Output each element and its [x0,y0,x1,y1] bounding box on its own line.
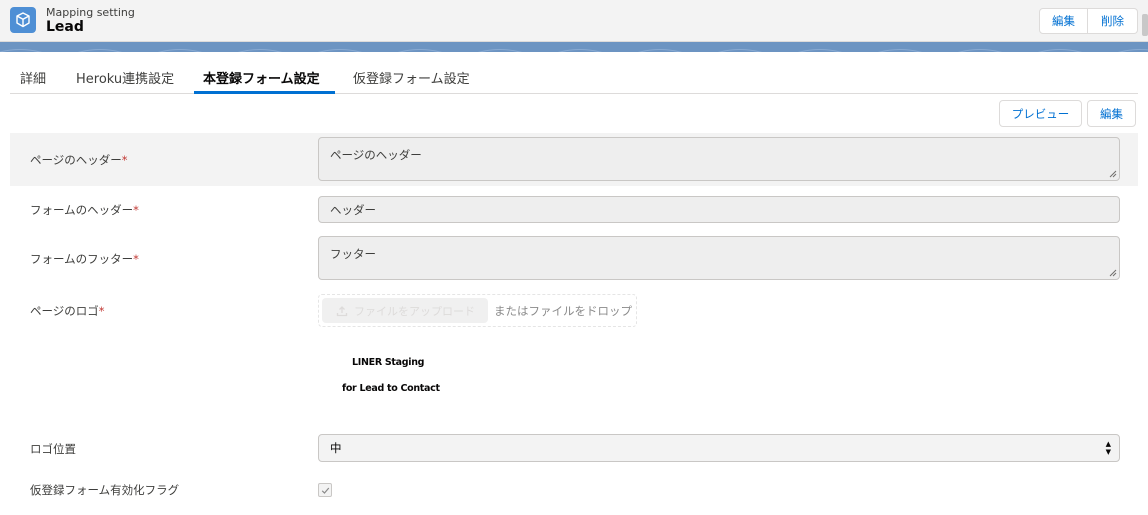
header-button-group: 編集 削除 [1039,8,1138,34]
scrollbar-thumb[interactable] [1142,14,1148,36]
record-title: Lead [46,19,84,35]
logo-position-label: ロゴ位置 [30,442,76,456]
logo-preview-line2: for Lead to Contact [342,383,440,394]
logo-preview-line1: LINER Staging [352,357,425,368]
active-tab-indicator [194,91,335,94]
page-header-textarea[interactable]: ページのヘッダー [318,137,1120,181]
resize-handle-icon[interactable] [1109,269,1117,277]
checkmark-icon [321,487,329,494]
provisional-flag-checkbox[interactable] [318,483,332,497]
object-subtitle: Mapping setting [46,6,135,19]
form-footer-textarea[interactable]: フッター [318,236,1120,280]
tab-details[interactable]: 詳細 [20,68,46,87]
tab-main-registration-form[interactable]: 本登録フォーム設定 [203,68,320,87]
tab-heroku-settings[interactable]: Heroku連携設定 [76,68,174,87]
form-header-input[interactable]: ヘッダー [318,196,1120,223]
form-header-label: フォームのヘッダー* [30,203,139,217]
page-logo-label: ページのロゴ* [30,304,105,318]
page-header-label: ページのヘッダー* [30,153,128,167]
file-drop-zone[interactable]: ファイルをアップロード またはファイルをドロップ [318,294,637,327]
edit-button[interactable]: 編集 [1039,8,1088,34]
resize-handle-icon[interactable] [1109,170,1117,178]
header-banner [0,42,1148,52]
cube-icon [10,7,36,33]
provisional-flag-label: 仮登録フォーム有効化フラグ [30,483,180,497]
upload-icon [336,305,348,316]
preview-button[interactable]: プレビュー [999,100,1082,127]
form-footer-label: フォームのフッター* [30,252,139,266]
edit-form-button[interactable]: 編集 [1087,100,1136,127]
tab-provisional-registration-form[interactable]: 仮登録フォーム設定 [353,68,470,87]
drop-file-hint: またはファイルをドロップ [494,304,632,318]
tab-bar: 詳細 Heroku連携設定 本登録フォーム設定 仮登録フォーム設定 [10,54,1138,94]
delete-button[interactable]: 削除 [1088,8,1138,34]
upload-file-button[interactable]: ファイルをアップロード [322,298,488,323]
logo-position-select[interactable]: 中 ▲ ▼ [318,434,1120,462]
select-arrows-icon: ▲ ▼ [1105,440,1111,456]
record-header: Mapping setting Lead 編集 削除 [0,0,1148,42]
